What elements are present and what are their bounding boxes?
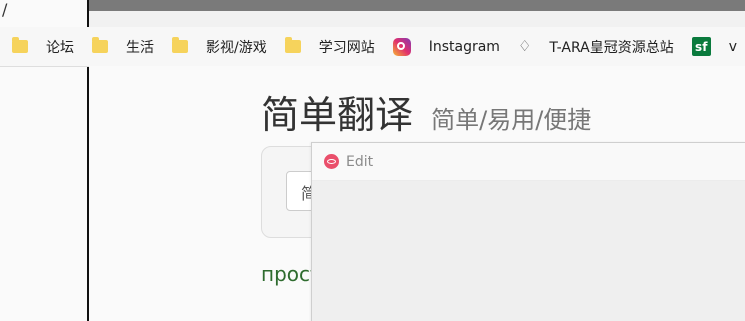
bookmark-label: v [728,38,738,55]
popup-header[interactable]: Edit [312,143,745,181]
bookmark-label: 生活 [126,39,154,56]
bookmarks-bar: 论坛 生活 影视/游戏 学习网站 Instagram ♢ T-ARA皇冠资源总站… [0,27,745,67]
eye-icon [324,154,339,169]
page-title-text: 简单翻译 [261,93,414,137]
folder-icon [172,37,188,53]
screen: / 论坛 生活 影视/游戏 学习网站 Instagram ♢ T-ARA皇冠资源… [0,0,745,321]
crown-icon: ♢ [517,37,532,55]
bookmark-label: Instagram [428,38,500,55]
bookmark-forum[interactable]: 论坛 [0,35,80,59]
edit-popup-window[interactable]: Edit [311,142,745,321]
bookmark-label: 学习网站 [318,39,375,56]
bookmark-video-games[interactable]: 影视/游戏 [160,35,273,59]
stray-slash-text: / [2,0,8,19]
instagram-icon [392,37,411,56]
bookmark-label: 论坛 [46,39,74,56]
bookmark-label: T-ARA皇冠资源总站 [549,39,674,56]
bookmark-life[interactable]: 生活 [80,35,160,59]
bookmark-sf[interactable]: sf v [680,35,743,59]
bookmark-study-sites[interactable]: 学习网站 [273,35,381,59]
folder-icon [12,37,28,53]
folder-icon [284,37,301,53]
folder-icon [92,37,108,53]
browser-tab-gap [89,11,745,27]
bookmark-tara[interactable]: ♢ T-ARA皇冠资源总站 [506,35,680,59]
bookmark-label: 影视/游戏 [206,39,267,56]
popup-title: Edit [346,153,374,170]
page-subtitle: 简单/易用/便捷 [431,106,592,134]
page-title: 简单翻译 简单/易用/便捷 [261,84,591,139]
popup-body[interactable] [312,181,745,321]
bookmark-instagram[interactable]: Instagram [381,35,506,59]
browser-top-strip [89,0,745,11]
sf-icon: sf [691,37,711,56]
